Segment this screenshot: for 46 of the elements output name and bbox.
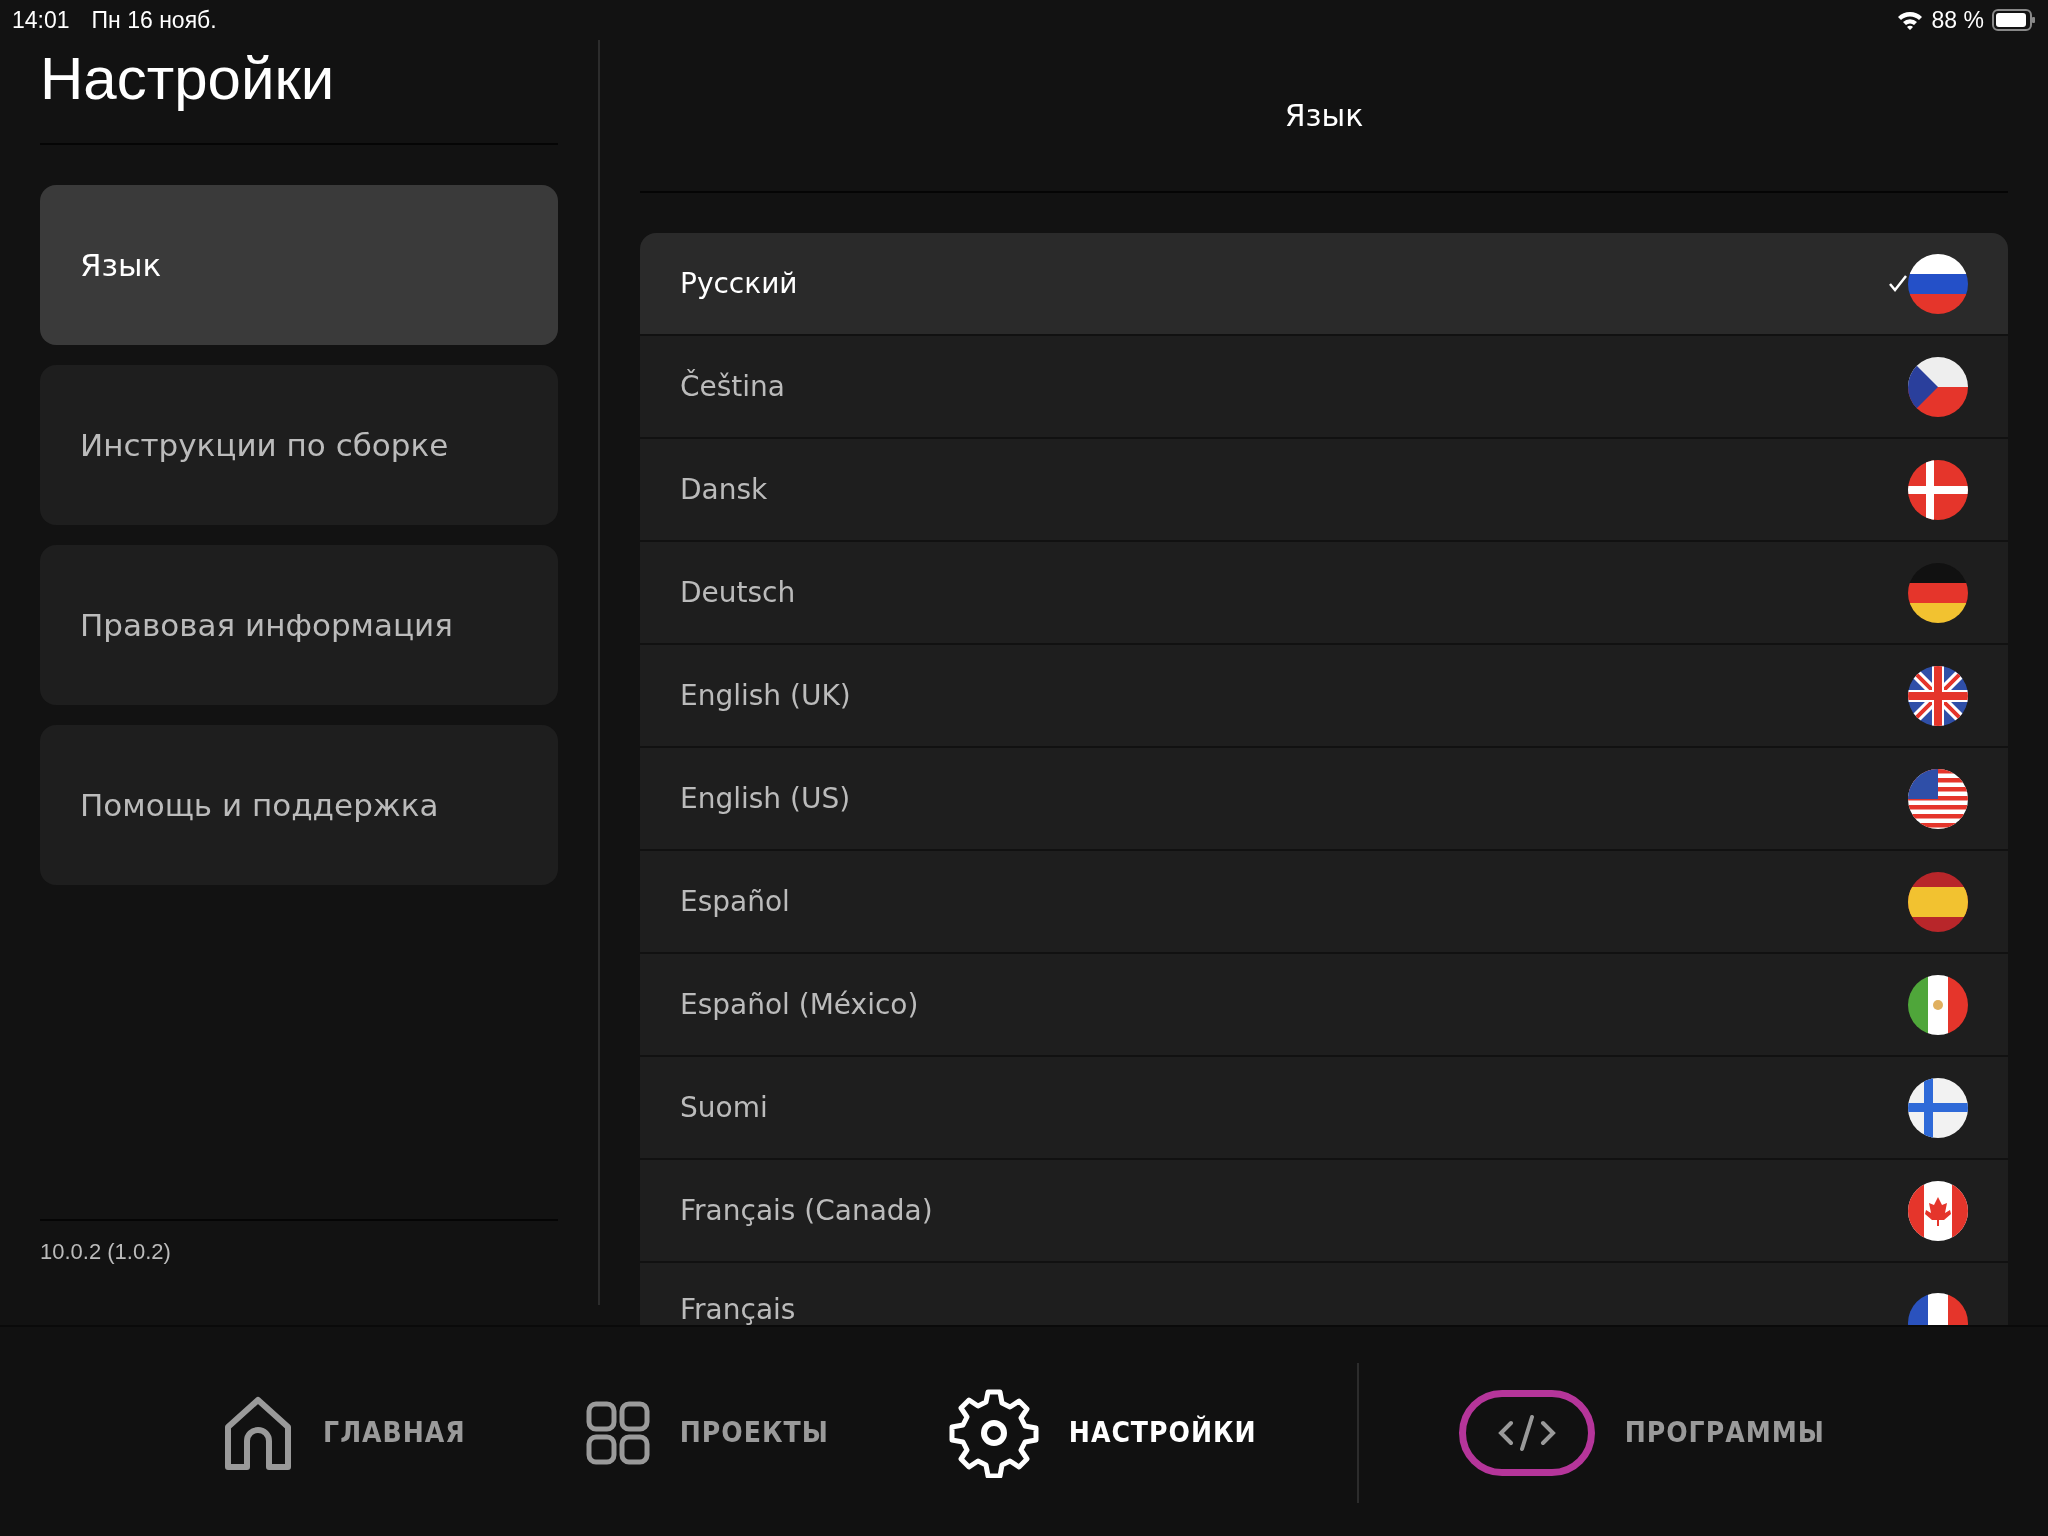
sidebar-item[interactable]: Правовая информация	[40, 545, 558, 705]
language-name: Español	[680, 885, 791, 918]
language-row[interactable]: Suomi	[640, 1057, 2008, 1160]
language-name: English (UK)	[680, 679, 852, 712]
battery-percent: 88 %	[1931, 6, 1984, 34]
flag-icon	[1908, 974, 1968, 1035]
language-row[interactable]: English (US)	[640, 748, 2008, 851]
flag-icon	[1908, 356, 1968, 417]
language-name: Français	[680, 1293, 797, 1325]
check-icon	[1888, 273, 1908, 294]
language-row[interactable]: Français	[640, 1263, 2008, 1325]
language-name: Dansk	[680, 473, 769, 506]
nav-tab[interactable]: ГЛАВНАЯ	[163, 1394, 526, 1471]
code-icon	[1458, 1389, 1595, 1476]
status-date: Пн 16 нояб.	[91, 6, 217, 34]
grid-icon	[585, 1400, 650, 1465]
language-name: Español (México)	[680, 988, 920, 1021]
sidebar-item[interactable]: Инструкции по сборке	[40, 365, 558, 525]
language-title: Язык	[640, 40, 2008, 193]
sidebar-item[interactable]: Помощь и поддержка	[40, 725, 558, 885]
status-time: 14:01	[12, 6, 70, 34]
language-row[interactable]: Español (México)	[640, 954, 2008, 1057]
version-text: 10.0.2 (1.0.2)	[40, 1219, 558, 1305]
language-name: Français (Canada)	[680, 1194, 934, 1227]
language-row[interactable]: English (UK)	[640, 645, 2008, 748]
language-name: Русский	[680, 267, 799, 300]
battery-icon	[1992, 9, 2036, 31]
flag-icon	[1908, 253, 1968, 314]
language-row[interactable]: Deutsch	[640, 542, 2008, 645]
nav-tab[interactable]: ПРОЕКТЫ	[525, 1400, 889, 1465]
language-row[interactable]: Русский	[640, 233, 2008, 336]
settings-icon	[948, 1387, 1039, 1478]
language-name: Suomi	[680, 1091, 769, 1124]
language-row[interactable]: Dansk	[640, 439, 2008, 542]
language-row[interactable]: Français (Canada)	[640, 1160, 2008, 1263]
language-name: Deutsch	[680, 576, 797, 609]
language-row[interactable]: Español	[640, 851, 2008, 954]
home-icon	[223, 1394, 294, 1471]
flag-icon	[1908, 562, 1968, 623]
programs-tab[interactable]: ПРОГРАММЫ	[1398, 1389, 1885, 1476]
language-row[interactable]: Čeština	[640, 336, 2008, 439]
sidebar-item[interactable]: Язык	[40, 185, 558, 345]
settings-title: Настройки	[40, 40, 558, 145]
language-name: Čeština	[680, 370, 787, 403]
nav-tab[interactable]: НАСТРОЙКИ	[888, 1387, 1317, 1478]
language-name: English (US)	[680, 782, 852, 815]
